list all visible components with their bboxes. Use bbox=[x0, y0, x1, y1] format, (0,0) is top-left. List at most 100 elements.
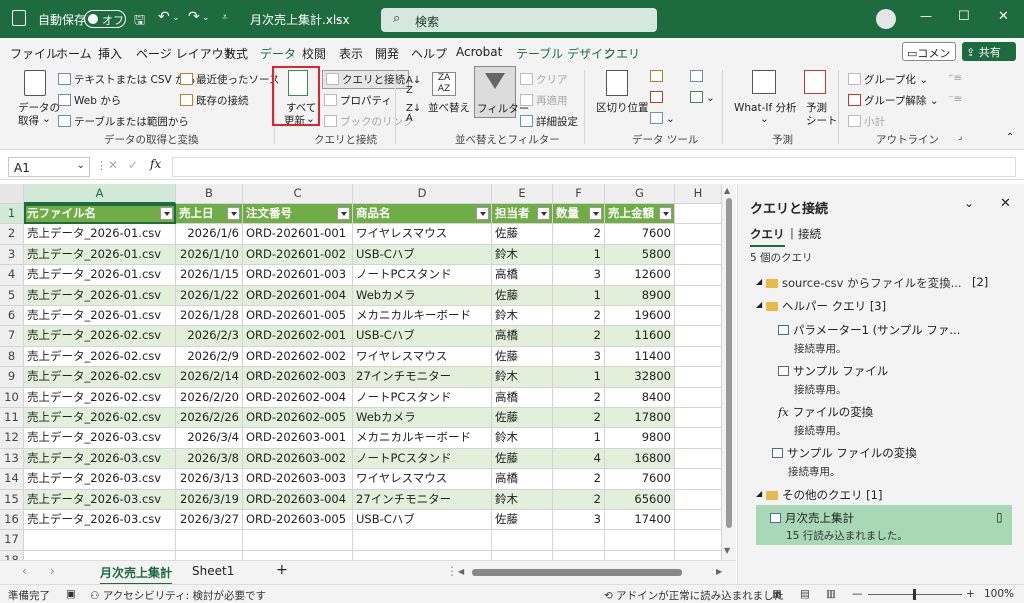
redo-icon[interactable]: ↷ bbox=[188, 9, 200, 25]
table-cell[interactable]: 2 bbox=[553, 408, 605, 429]
table-cell[interactable]: 2 bbox=[553, 489, 605, 510]
what-if-chevron-icon[interactable]: ⌄ bbox=[760, 113, 769, 125]
scroll-right-icon[interactable]: ▶ bbox=[716, 567, 722, 576]
empty-cell[interactable] bbox=[675, 428, 722, 449]
table-header-cell[interactable]: 注文番号 bbox=[243, 204, 353, 225]
empty-cell[interactable] bbox=[675, 387, 722, 408]
filter-dropdown-icon[interactable] bbox=[160, 207, 173, 220]
table-cell[interactable]: 高橋 bbox=[492, 469, 553, 490]
table-cell[interactable]: 1 bbox=[553, 428, 605, 449]
table-cell[interactable]: 2026/1/10 bbox=[176, 244, 243, 266]
table-cell[interactable]: 鈴木 bbox=[492, 244, 553, 266]
table-cell[interactable]: 2026/3/19 bbox=[176, 489, 243, 510]
table-cell[interactable]: 売上データ_2026-03.csv bbox=[24, 469, 176, 490]
prev-sheet-icon[interactable]: ‹ bbox=[22, 564, 27, 578]
tab-page-layout[interactable]: ページ レイアウト bbox=[136, 45, 236, 62]
empty-cell[interactable] bbox=[675, 285, 722, 306]
consolidate-icon[interactable] bbox=[690, 70, 706, 83]
row-header[interactable]: 2 bbox=[0, 224, 24, 245]
table-cell[interactable]: 高橋 bbox=[492, 326, 553, 347]
tab-formulas[interactable]: 数式 bbox=[224, 45, 248, 62]
table-cell[interactable]: ORD-202601-003 bbox=[243, 265, 353, 286]
column-header-C[interactable]: C bbox=[243, 184, 353, 204]
table-cell[interactable]: 27インチモニター bbox=[353, 367, 492, 388]
column-header-A[interactable]: A bbox=[24, 184, 176, 204]
table-cell[interactable]: ORD-202601-002 bbox=[243, 244, 353, 266]
zoom-slider-thumb[interactable] bbox=[913, 589, 916, 600]
filter-dropdown-icon[interactable] bbox=[659, 207, 672, 220]
row-header[interactable]: 4 bbox=[0, 265, 24, 286]
normal-view-icon[interactable]: ▦ bbox=[772, 588, 782, 600]
customize-qat-icon[interactable]: ⩡ bbox=[222, 12, 228, 23]
maximize-icon[interactable]: ☐ bbox=[958, 9, 970, 24]
forecast-sheet-label-2[interactable]: シート bbox=[806, 113, 838, 128]
empty-cell[interactable] bbox=[675, 367, 722, 388]
table-cell[interactable]: 2026/3/27 bbox=[176, 510, 243, 531]
row-header[interactable]: 17 bbox=[0, 530, 24, 551]
from-text-csv-button[interactable]: テキストまたは CSV から bbox=[58, 72, 196, 87]
text-to-columns-button[interactable]: 区切り位置 bbox=[596, 100, 649, 115]
table-cell[interactable]: 2 bbox=[553, 469, 605, 490]
sheet-tab-monthly-sales[interactable]: 月次売上集計 bbox=[100, 564, 173, 585]
query-group-other[interactable]: その他のクエリ [1] bbox=[766, 487, 882, 503]
scroll-down-icon[interactable]: ▼ bbox=[724, 546, 730, 555]
filter-dropdown-icon[interactable] bbox=[476, 207, 489, 220]
table-cell[interactable]: 1 bbox=[553, 244, 605, 266]
column-header-H[interactable]: H bbox=[675, 184, 722, 204]
empty-cell[interactable] bbox=[605, 530, 675, 551]
row-header[interactable]: 18 bbox=[0, 550, 24, 560]
share-button[interactable]: ⇪ 共有 bbox=[962, 42, 1016, 61]
table-cell[interactable]: 2026/2/20 bbox=[176, 387, 243, 408]
empty-cell[interactable] bbox=[675, 448, 722, 470]
table-header-cell[interactable]: 元ファイル名 bbox=[24, 204, 176, 225]
table-cell[interactable]: 8900 bbox=[605, 285, 675, 306]
tab-view[interactable]: 表示 bbox=[339, 45, 363, 62]
table-cell[interactable]: ORD-202602-004 bbox=[243, 387, 353, 408]
comments-button[interactable]: ▭コメント bbox=[902, 42, 956, 76]
table-cell[interactable]: 17800 bbox=[605, 408, 675, 429]
table-cell[interactable]: 2026/2/26 bbox=[176, 408, 243, 429]
table-cell[interactable]: 4 bbox=[553, 448, 605, 470]
addin-status[interactable]: ⟲ アドインが正常に読み込まれました bbox=[604, 588, 784, 603]
query-item-monthly-sales[interactable]: 月次売上集計 15 行読み込まれました。 ▯ bbox=[756, 505, 1012, 545]
table-cell[interactable]: USB-Cハブ bbox=[353, 244, 492, 266]
table-cell[interactable]: 2 bbox=[553, 224, 605, 245]
row-header[interactable]: 15 bbox=[0, 489, 24, 510]
get-data-chevron-icon[interactable]: ⌄ bbox=[42, 113, 51, 125]
tab-file[interactable]: ファイル bbox=[10, 45, 58, 62]
from-web-button[interactable]: Web から bbox=[58, 93, 121, 108]
table-cell[interactable]: ORD-202601-004 bbox=[243, 285, 353, 306]
table-cell[interactable]: 売上データ_2026-01.csv bbox=[24, 244, 176, 266]
pane-options-chevron-icon[interactable]: ⌄ bbox=[964, 196, 974, 210]
account-avatar[interactable] bbox=[876, 9, 896, 29]
row-header[interactable]: 10 bbox=[0, 387, 24, 408]
table-header-cell[interactable]: 担当者 bbox=[492, 204, 553, 225]
table-cell[interactable]: ORD-202603-003 bbox=[243, 469, 353, 490]
tab-home[interactable]: ホーム bbox=[56, 45, 92, 62]
ungroup-button[interactable]: グループ解除 ⌄ bbox=[848, 93, 939, 108]
show-detail-icon[interactable]: ⁺≡ bbox=[948, 72, 962, 84]
from-table-button[interactable]: テーブルまたは範囲から bbox=[58, 114, 189, 129]
table-cell[interactable]: 2026/3/8 bbox=[176, 448, 243, 470]
table-cell[interactable]: 65600 bbox=[605, 489, 675, 510]
query-item-transform-sample[interactable]: サンプル ファイルの変換 bbox=[772, 445, 917, 461]
tab-review[interactable]: 校閲 bbox=[302, 45, 326, 62]
pane-close-icon[interactable]: ✕ bbox=[1000, 196, 1011, 211]
table-cell[interactable]: 売上データ_2026-03.csv bbox=[24, 489, 176, 510]
properties-button[interactable]: プロパティ bbox=[324, 93, 392, 108]
table-cell[interactable]: 16800 bbox=[605, 448, 675, 470]
table-cell[interactable]: 高橋 bbox=[492, 265, 553, 286]
table-cell[interactable]: ORD-202603-001 bbox=[243, 428, 353, 449]
table-cell[interactable]: 2 bbox=[553, 387, 605, 408]
tab-developer[interactable]: 開発 bbox=[375, 45, 399, 62]
table-cell[interactable]: ノートPCスタンド bbox=[353, 448, 492, 470]
empty-cell[interactable] bbox=[353, 550, 492, 560]
table-cell[interactable]: 3 bbox=[553, 510, 605, 531]
save-icon[interactable]: 🖫 bbox=[134, 11, 145, 33]
row-header[interactable]: 3 bbox=[0, 244, 24, 266]
name-box[interactable]: A1 ⌄ bbox=[8, 157, 90, 177]
table-header-cell[interactable]: 数量 bbox=[553, 204, 605, 225]
autosave-toggle[interactable]: オフ bbox=[84, 10, 126, 28]
table-cell[interactable]: 佐藤 bbox=[492, 510, 553, 531]
expand-group-icon[interactable]: ◢ bbox=[756, 277, 762, 286]
